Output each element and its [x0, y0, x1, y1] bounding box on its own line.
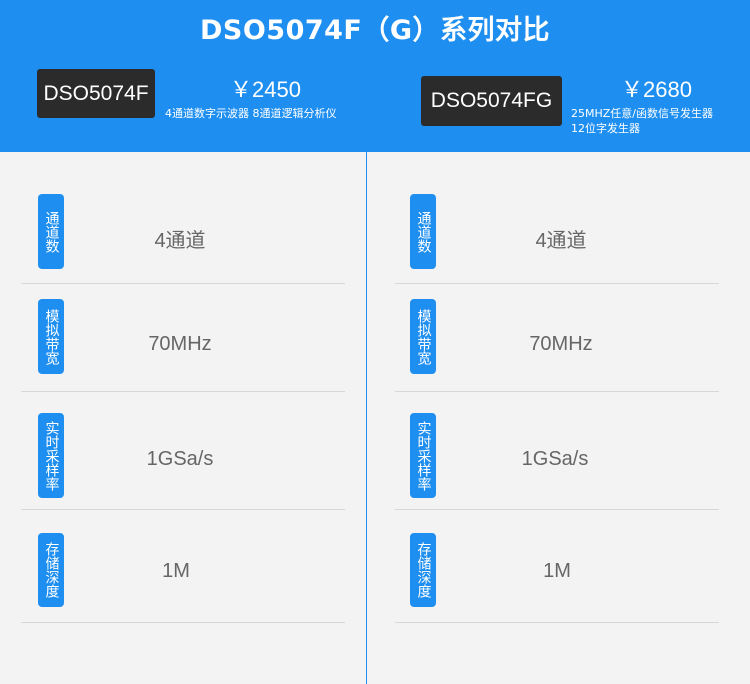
right-spec-label-memory-depth: 存储深度 — [410, 533, 436, 607]
right-spec-value-channels: 4通道 — [535, 230, 587, 252]
right-row-divider — [395, 283, 719, 284]
right-spec-value-bandwidth: 70MHz — [529, 333, 593, 355]
right-spec-label-bandwidth: 模拟带宽 — [410, 299, 436, 374]
left-spec-value-channels: 4通道 — [154, 230, 206, 252]
left-spec-value-memory-depth: 1M — [162, 560, 190, 582]
left-spec-label-channels: 通道数 — [38, 194, 64, 269]
left-spec-value-sample-rate: 1GSa/s — [146, 448, 214, 470]
left-spec-label-bandwidth: 模拟带宽 — [38, 299, 64, 374]
left-row-divider — [21, 509, 345, 510]
header-banner: DSO5074F（G）系列对比 DSO5074F ￥2450 4通道数字示波器 … — [0, 0, 750, 152]
left-spec-value-bandwidth: 70MHz — [148, 333, 212, 355]
right-spec-label-sample-rate: 实时采样率 — [410, 413, 436, 498]
left-spec-label-memory-depth: 存储深度 — [38, 533, 64, 607]
left-model-badge: DSO5074F — [37, 69, 155, 118]
left-row-divider — [21, 622, 345, 623]
left-row-divider — [21, 391, 345, 392]
right-price: ￥2680 — [621, 77, 692, 102]
right-description-line-2: 12位字发生器 — [571, 122, 640, 135]
right-row-divider — [395, 622, 719, 623]
right-row-divider — [395, 509, 719, 510]
left-price: ￥2450 — [230, 77, 301, 102]
right-spec-value-sample-rate: 1GSa/s — [521, 448, 589, 470]
page-title: DSO5074F（G）系列对比 — [199, 15, 551, 46]
right-description-line-1: 25MHZ任意/函数信号发生器 — [571, 107, 714, 120]
right-spec-label-channels: 通道数 — [410, 194, 436, 269]
column-divider — [366, 152, 367, 684]
left-spec-label-sample-rate: 实时采样率 — [38, 413, 64, 498]
right-model-badge: DSO5074FG — [421, 76, 562, 126]
right-spec-value-memory-depth: 1M — [543, 560, 571, 582]
right-row-divider — [395, 391, 719, 392]
left-row-divider — [21, 283, 345, 284]
left-description: 4通道数字示波器 8通道逻辑分析仪 — [165, 107, 337, 120]
